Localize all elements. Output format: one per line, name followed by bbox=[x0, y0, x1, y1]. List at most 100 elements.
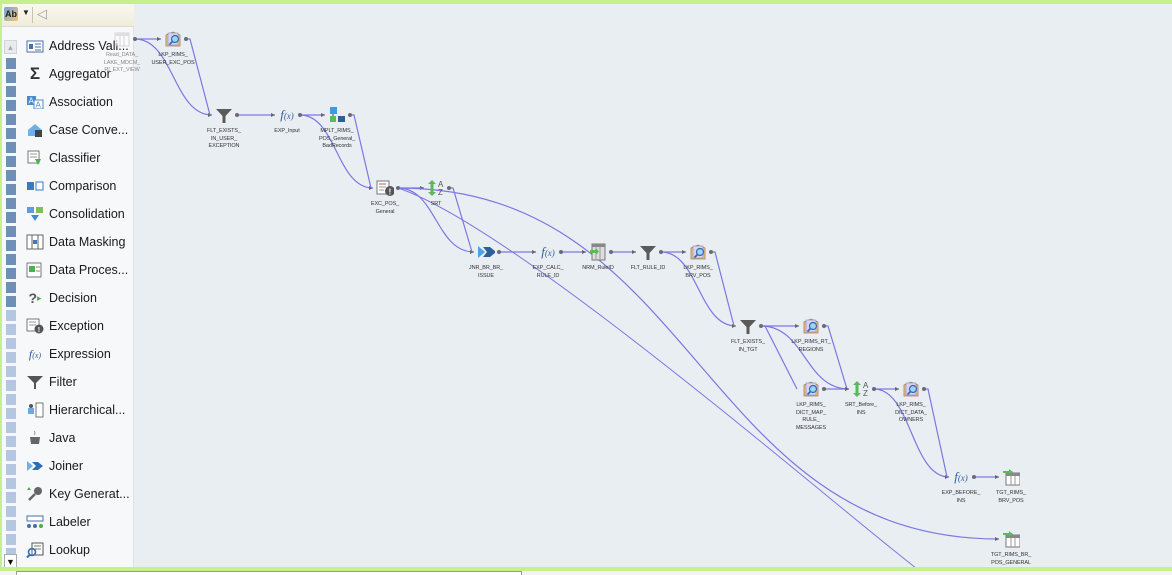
palette-item-exception[interactable]: ! Exception bbox=[26, 315, 104, 337]
output-port[interactable] bbox=[822, 387, 826, 391]
filter-icon[interactable] bbox=[739, 317, 757, 335]
output-port[interactable] bbox=[559, 250, 563, 254]
palette-item-expression[interactable]: f(x) Expression bbox=[26, 343, 111, 365]
palette-scrollbar[interactable]: ▲ ▼ bbox=[4, 40, 18, 568]
scrollbar-segment bbox=[6, 156, 16, 167]
scrollbar-segment bbox=[6, 380, 16, 391]
output-port[interactable] bbox=[922, 387, 926, 391]
expression-icon: f(x) bbox=[28, 346, 42, 361]
lookup-icon[interactable] bbox=[902, 380, 920, 398]
scrollbar-segment bbox=[6, 492, 16, 503]
palette-item-consolidation[interactable]: Consolidation bbox=[26, 203, 125, 225]
lookup-icon[interactable] bbox=[802, 317, 820, 335]
svg-text:!: ! bbox=[38, 327, 40, 334]
transformation-label[interactable]: LKP_RIMS_ DICT_DATA_ OWNERS bbox=[871, 402, 951, 425]
transformation-label[interactable]: MPLT_RIMS_ POS_General_ BadRecords bbox=[297, 128, 377, 151]
scrollbar-segment bbox=[6, 352, 16, 363]
scrollbar-segment bbox=[6, 478, 16, 489]
output-port[interactable] bbox=[184, 37, 188, 41]
scrollbar-segment bbox=[6, 464, 16, 475]
output-port[interactable] bbox=[759, 324, 763, 328]
output-port[interactable] bbox=[659, 250, 663, 254]
joiner-icon[interactable] bbox=[477, 243, 495, 261]
collapse-left-icon[interactable]: ◁ bbox=[37, 6, 47, 22]
decision-icon: ? ▸ bbox=[28, 290, 42, 306]
mapplet-icon[interactable] bbox=[328, 106, 346, 124]
output-port[interactable] bbox=[447, 186, 451, 190]
normalizer-icon[interactable] bbox=[589, 243, 607, 261]
lookup-icon[interactable] bbox=[802, 380, 820, 398]
comparison-icon bbox=[26, 178, 44, 194]
output-port[interactable] bbox=[396, 186, 400, 190]
output-port[interactable] bbox=[497, 250, 501, 254]
palette-item-label: Hierarchical... bbox=[49, 403, 126, 417]
expression-icon[interactable]: f(x) bbox=[539, 243, 557, 261]
horizontal-scrollbar[interactable] bbox=[16, 571, 522, 575]
transformation-label[interactable]: LKP_RIMS_RT_ REGIONS bbox=[771, 339, 851, 354]
output-port[interactable] bbox=[298, 113, 302, 117]
palette-item-data-masking[interactable]: Data Masking bbox=[26, 231, 125, 253]
source-icon[interactable] bbox=[113, 30, 131, 48]
output-port[interactable] bbox=[235, 113, 239, 117]
scrollbar-segment bbox=[6, 100, 16, 111]
filter-icon[interactable] bbox=[639, 243, 657, 261]
text-label-view-icon: Ab bbox=[4, 7, 18, 21]
target-icon[interactable] bbox=[1002, 468, 1020, 486]
text-label-view-button[interactable]: Ab bbox=[4, 7, 18, 21]
key-generator-icon bbox=[26, 486, 44, 502]
output-port[interactable] bbox=[609, 250, 613, 254]
palette-item-association[interactable]: A A Association bbox=[26, 91, 113, 113]
sorter-icon[interactable]: AZ bbox=[427, 179, 445, 197]
palette-item-key-generat[interactable]: Key Generat... bbox=[26, 483, 130, 505]
scrollbar-segment bbox=[6, 212, 16, 223]
scrollbar-segment bbox=[6, 226, 16, 237]
output-port[interactable] bbox=[348, 113, 352, 117]
exception-icon[interactable]: ! bbox=[376, 179, 394, 197]
palette-item-labeler[interactable]: Labeler bbox=[26, 511, 91, 533]
expression-icon[interactable]: f(x) bbox=[952, 468, 970, 486]
output-port[interactable] bbox=[972, 475, 976, 479]
palette-item-data-proces[interactable]: Data Proces... bbox=[26, 259, 128, 281]
output-port[interactable] bbox=[822, 324, 826, 328]
transformation-palette: Ab ▼ ◁ ▲ ▼ Address Vali... Σ Aggregator A A A… bbox=[0, 4, 134, 568]
palette-item-classifier[interactable]: Classifier bbox=[26, 147, 100, 169]
toolbar-divider bbox=[32, 7, 33, 23]
scrollbar-segment bbox=[6, 310, 16, 321]
scrollbar-segment bbox=[6, 184, 16, 195]
palette-item-lookup[interactable]: Lookup bbox=[26, 539, 90, 561]
palette-item-decision[interactable]: ? ▸ Decision bbox=[26, 287, 96, 309]
scroll-up-button[interactable]: ▲ bbox=[4, 40, 17, 54]
palette-item-label: Labeler bbox=[49, 515, 91, 529]
palette-item-case-conve[interactable]: Case Conve... bbox=[26, 119, 128, 141]
output-port[interactable] bbox=[872, 387, 876, 391]
bottom-panel-strip bbox=[0, 571, 1172, 575]
output-port[interactable] bbox=[709, 250, 713, 254]
filter-icon[interactable] bbox=[215, 106, 233, 124]
expression-icon[interactable]: f(x) bbox=[278, 106, 296, 124]
palette-item-label: Data Masking bbox=[49, 235, 126, 249]
palette-item-label: Case Conve... bbox=[49, 123, 129, 137]
palette-item-java[interactable]: Java bbox=[26, 427, 75, 449]
transformation-label[interactable]: TGT_RIMS_ BRV_POS bbox=[971, 490, 1051, 505]
transformation-label[interactable]: LKP_RIMS_ USER_EXC_POS bbox=[133, 52, 213, 67]
palette-item-filter[interactable]: Filter bbox=[26, 371, 77, 393]
scrollbar-segment bbox=[6, 422, 16, 433]
transformation-label[interactable]: SRT bbox=[396, 201, 476, 209]
palette-item-label: Classifier bbox=[49, 151, 101, 165]
lookup-icon[interactable] bbox=[164, 30, 182, 48]
scrollbar-segment bbox=[6, 72, 16, 83]
caret-down-icon[interactable]: ▼ bbox=[22, 8, 30, 17]
transformation-label[interactable]: TGT_RIMS_BR_ POS_GENERAL bbox=[971, 552, 1051, 567]
target-icon[interactable] bbox=[1002, 530, 1020, 548]
scroll-down-button[interactable]: ▼ bbox=[4, 554, 17, 568]
lookup-icon[interactable] bbox=[689, 243, 707, 261]
palette-item-hierarchical[interactable]: Hierarchical... bbox=[26, 399, 125, 421]
scrollbar-segment bbox=[6, 408, 16, 419]
palette-item-joiner[interactable]: Joiner bbox=[26, 455, 83, 477]
palette-item-comparison[interactable]: Comparison bbox=[26, 175, 116, 197]
sorter-icon[interactable]: AZ bbox=[852, 380, 870, 398]
output-port[interactable] bbox=[133, 37, 137, 41]
transformation-label[interactable]: LKP_RIMS_ BRV_POS bbox=[658, 265, 738, 280]
scrollbar-segment bbox=[6, 170, 16, 181]
scrollbar-segment bbox=[6, 338, 16, 349]
